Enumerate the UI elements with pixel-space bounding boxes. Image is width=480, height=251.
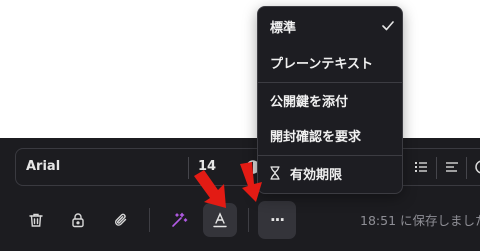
menu-item-label: 標準 bbox=[270, 20, 297, 36]
menu-separator bbox=[258, 82, 402, 83]
menu-item-label: 公開鍵を添付 bbox=[270, 94, 349, 110]
formatting-toolbar: Arial 14 bbox=[15, 148, 480, 186]
divider bbox=[466, 157, 467, 179]
divider bbox=[188, 157, 189, 179]
divider bbox=[436, 157, 437, 179]
magic-wand-icon bbox=[170, 211, 188, 229]
magic-button[interactable] bbox=[162, 203, 196, 237]
attach-button[interactable] bbox=[104, 203, 138, 237]
toolbar-separator bbox=[149, 208, 150, 232]
font-size-value: 14 bbox=[198, 159, 217, 174]
menu-item-attach-public-key[interactable]: 公開鍵を添付 bbox=[258, 84, 402, 116]
more-format-icon[interactable] bbox=[473, 158, 480, 176]
trash-icon bbox=[28, 212, 44, 228]
text-color-icon bbox=[211, 211, 229, 229]
menu-item-label: 有効期限 bbox=[290, 167, 343, 183]
more-options-menu: 標準 プレーンテキスト 公開鍵を添付 開封確認を要求 有効期限 bbox=[257, 6, 403, 194]
menu-separator bbox=[258, 155, 402, 156]
toolbar-separator bbox=[248, 208, 249, 232]
menu-item-label: 開封確認を要求 bbox=[270, 129, 362, 145]
menu-item-plain-text[interactable]: プレーンテキスト bbox=[258, 46, 402, 78]
text-format-button[interactable] bbox=[203, 203, 237, 237]
saved-status-text: 18:51 に保存しました bbox=[360, 213, 480, 228]
lock-button[interactable] bbox=[61, 203, 95, 237]
message-body-area[interactable] bbox=[0, 0, 480, 138]
menu-item-standard[interactable]: 標準 bbox=[258, 10, 402, 42]
composer-action-bar: ··· 18:51 に保存しました bbox=[0, 200, 480, 242]
paperclip-icon bbox=[113, 212, 129, 228]
font-size-select[interactable]: 14 bbox=[198, 149, 216, 185]
more-button[interactable]: ··· bbox=[258, 201, 296, 239]
menu-item-expiration[interactable]: 有効期限 bbox=[258, 157, 402, 189]
font-family-select[interactable]: Arial bbox=[26, 149, 176, 185]
menu-item-request-read-receipt[interactable]: 開封確認を要求 bbox=[258, 119, 402, 151]
numbered-list-icon[interactable] bbox=[412, 158, 430, 176]
lock-icon bbox=[70, 212, 86, 228]
checkmark-icon bbox=[382, 20, 394, 35]
delete-button[interactable] bbox=[19, 203, 53, 237]
more-horizontal-icon: ··· bbox=[269, 211, 285, 229]
hourglass-icon bbox=[269, 166, 281, 184]
align-left-icon[interactable] bbox=[443, 158, 461, 176]
menu-item-label: プレーンテキスト bbox=[270, 56, 373, 72]
